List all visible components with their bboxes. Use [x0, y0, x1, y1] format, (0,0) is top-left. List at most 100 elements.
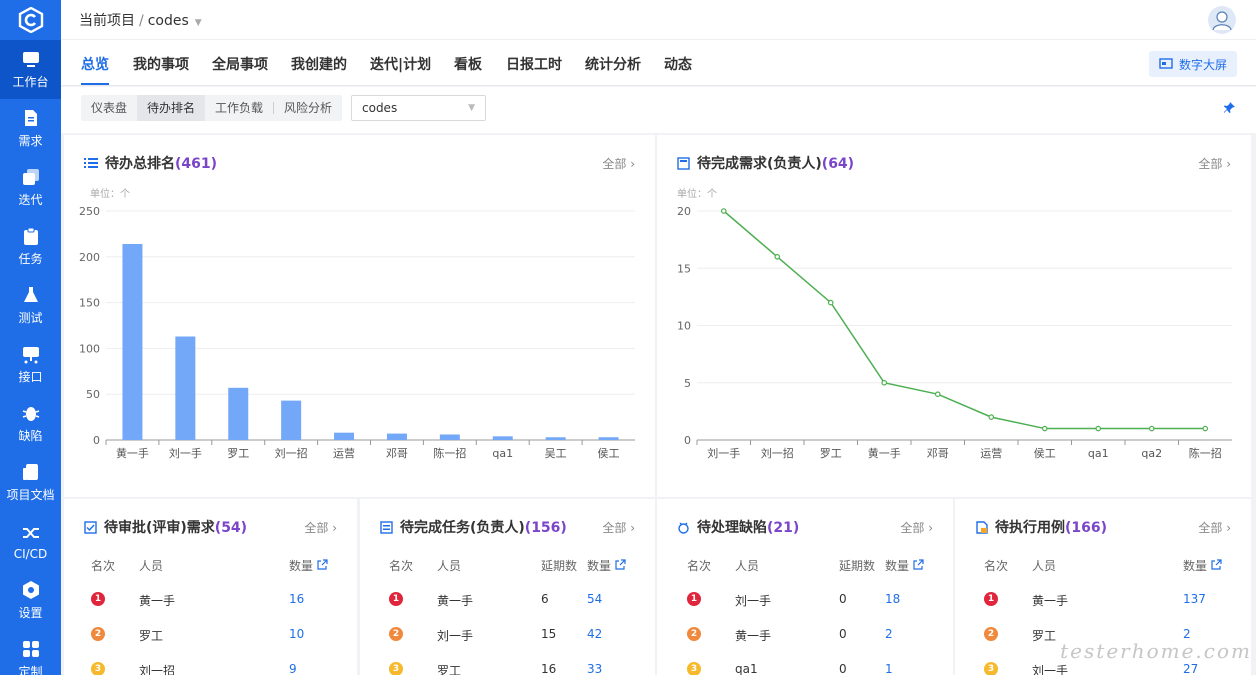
person-name: 刘一招: [139, 664, 176, 675]
y-tick-label: 200: [79, 251, 100, 264]
sidebar-item-3[interactable]: 任务: [0, 217, 61, 276]
header-count[interactable]: 数量: [885, 557, 924, 574]
bar: [175, 336, 196, 440]
item-count[interactable]: 33: [587, 662, 602, 675]
tab-daily-hours[interactable]: 日报工时: [506, 54, 562, 74]
sidebar-item-8[interactable]: CI/CD: [0, 512, 61, 571]
person-name: qa1: [735, 662, 758, 675]
ranking-table-card: 待完成任务(负责人)(156) 全部 › 名次 人员 延期数 数量 1 黄一手 6 54 2 刘一手…: [360, 499, 655, 675]
header-person: 人员: [437, 559, 462, 573]
x-tick-label: 吴工: [545, 447, 567, 460]
x-tick-label: 侯工: [1034, 446, 1056, 460]
person-name: 黄一手: [139, 594, 176, 608]
table-title: 待执行用例(166): [975, 517, 1107, 537]
table-all-link[interactable]: 全部 ›: [1198, 519, 1231, 536]
sidebar-item-label: 测试: [18, 311, 43, 325]
data-point: [934, 391, 941, 398]
app-logo[interactable]: [0, 0, 61, 40]
rank-badge: 1: [984, 592, 998, 606]
x-tick-label: 侯工: [598, 446, 620, 460]
subtab-workload[interactable]: 工作负载: [205, 95, 273, 121]
item-count[interactable]: 18: [885, 592, 900, 606]
sidebar: 工作台需求迭代 任务测试接口缺陷项目文档 CI/CD 设置 定制: [0, 0, 61, 675]
tab-iteration-plan[interactable]: 迭代|计划: [370, 54, 431, 74]
tab-overview[interactable]: 总览: [81, 54, 109, 85]
header-count-text: 数量: [1183, 559, 1208, 573]
header-delay: 延期数: [541, 559, 578, 573]
x-tick-label: 运营: [333, 446, 355, 460]
sidebar-item-label: 需求: [18, 134, 43, 148]
sidebar-item-1[interactable]: 需求: [0, 99, 61, 158]
table-all-link[interactable]: 全部 ›: [304, 519, 337, 536]
table-title: 待审批(评审)需求(54): [84, 517, 247, 537]
digital-screen-button[interactable]: 数字大屏: [1148, 51, 1237, 77]
bar: [281, 400, 302, 440]
chevron-right-icon: ›: [630, 521, 635, 535]
subtab-todo-ranking[interactable]: 待办排名: [137, 95, 206, 121]
data-point: [881, 379, 888, 386]
item-count[interactable]: 27: [1183, 662, 1198, 675]
project-name: codes: [147, 12, 189, 29]
tab-global-items[interactable]: 全局事项: [212, 54, 268, 74]
person-name: 刘一手: [735, 594, 772, 608]
delay-count: 0: [839, 592, 847, 606]
data-point: [720, 208, 727, 214]
table-all-link[interactable]: 全部 ›: [900, 519, 933, 536]
subtab-risk-analysis[interactable]: 风险分析: [274, 95, 342, 121]
person-name: 黄一手: [1032, 594, 1069, 608]
sidebar-item-6[interactable]: 缺陷: [0, 394, 61, 453]
tab-kanban[interactable]: 看板: [454, 54, 482, 74]
item-count[interactable]: 42: [587, 627, 602, 641]
bar: [545, 437, 566, 440]
rank-badge: 2: [91, 627, 105, 641]
subtab-dashboard[interactable]: 仪表盘: [81, 95, 137, 121]
item-count[interactable]: 2: [885, 627, 893, 641]
y-tick-label: 150: [79, 297, 100, 310]
sidebar-item-4[interactable]: 测试: [0, 276, 61, 335]
item-count[interactable]: 1: [885, 662, 893, 675]
tab-statistics[interactable]: 统计分析: [585, 54, 641, 74]
item-count[interactable]: 16: [289, 592, 304, 606]
sidebar-item-label: 缺陷: [18, 429, 43, 443]
data-point: [1202, 425, 1209, 432]
rank-badge: 3: [91, 662, 105, 675]
header-count[interactable]: 数量: [289, 557, 328, 574]
x-tick-label: 刘一手: [169, 446, 202, 460]
y-tick-label: 20: [677, 205, 691, 218]
item-count[interactable]: 54: [587, 592, 602, 606]
all-label: 全部: [900, 521, 925, 535]
header-person: 人员: [735, 559, 760, 573]
sidebar-item-0[interactable]: 工作台: [0, 40, 61, 99]
sidebar-item-5[interactable]: 接口: [0, 335, 61, 394]
series-line: [723, 210, 1206, 430]
tab-created-by-me[interactable]: 我创建的: [291, 54, 347, 74]
item-count[interactable]: 9: [289, 662, 297, 675]
x-tick-label: 运营: [980, 446, 1002, 460]
person-name: 罗工: [1032, 629, 1057, 643]
all-label: 全部: [304, 521, 329, 535]
person-name: 刘一手: [437, 629, 474, 643]
y-tick-label: 100: [79, 342, 100, 355]
sidebar-item-10[interactable]: 定制: [0, 630, 61, 675]
project-select[interactable]: codes ▼: [351, 95, 486, 121]
sidebar-item-2[interactable]: 迭代: [0, 158, 61, 217]
tab-my-items[interactable]: 我的事项: [133, 54, 189, 74]
table-title-text: 待审批(评审)需求: [104, 520, 215, 536]
y-tick-label: 0: [93, 434, 100, 447]
bar: [386, 433, 407, 440]
sidebar-item-7[interactable]: 项目文档: [0, 453, 61, 512]
item-count[interactable]: 10: [289, 627, 304, 641]
project-breadcrumb[interactable]: 当前项目 / codes ▼: [79, 10, 202, 30]
tab-activity[interactable]: 动态: [664, 54, 692, 74]
header-count[interactable]: 数量: [587, 557, 626, 574]
pin-icon[interactable]: [1223, 101, 1236, 118]
user-avatar[interactable]: [1208, 6, 1236, 34]
sidebar-item-9[interactable]: 设置: [0, 571, 61, 630]
pin-shape: [1224, 102, 1235, 113]
item-count[interactable]: 137: [1183, 592, 1206, 606]
x-tick-label: 邓哥: [386, 447, 408, 460]
table-all-link[interactable]: 全部 ›: [602, 519, 635, 536]
rank-badge: 1: [687, 592, 701, 606]
header-count[interactable]: 数量: [1183, 557, 1222, 574]
table-title: 待处理缺陷(21): [677, 517, 799, 537]
